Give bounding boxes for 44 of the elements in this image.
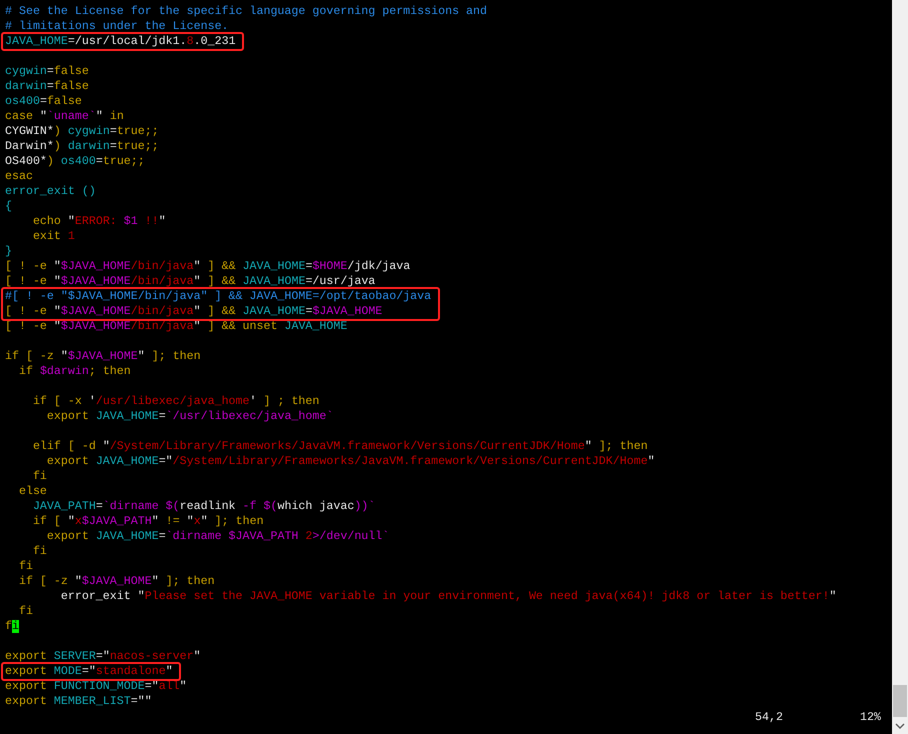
code-line: echo "ERROR: $1 !!" — [32, 214, 166, 229]
code-line: case "`uname`" in — [5, 109, 124, 124]
code-line: os400=false — [5, 94, 82, 109]
code-line: if [ -x '/usr/libexec/java_home' ] ; then — [32, 394, 320, 409]
code-line: } — [5, 244, 12, 259]
code-line: CYGWIN*) cygwin=true;; — [5, 124, 159, 139]
code-line: #[ ! -e "$JAVA_HOME/bin/java" ] && JAVA_HOME=/opt/taobao/java — [5, 289, 432, 304]
code-line: [ ! -e "$JAVA_HOME/bin/java" ] && JAVA_HOME=$JAVA_HOME — [5, 304, 382, 319]
code-line: export MEMBER_LIST="" — [5, 694, 152, 709]
code-line: error_exit () — [5, 184, 96, 199]
code-line: [ ! -e "$JAVA_HOME/bin/java" ] && JAVA_HOME=/usr/java — [5, 274, 376, 289]
scrollbar-track[interactable] — [892, 0, 908, 734]
code-line: export MODE="standalone" — [5, 664, 173, 679]
code-line: fi — [32, 544, 47, 559]
code-line: esac — [5, 169, 33, 184]
code-line: if [ "x$JAVA_PATH" != "x" ]; then — [32, 514, 264, 529]
code-line: # limitations under the License. — [5, 19, 229, 34]
code-line: [ ! -e "$JAVA_HOME/bin/java" ] && JAVA_HOME=$HOME/jdk/java — [5, 259, 410, 274]
code-line: OS400*) os400=true;; — [5, 154, 145, 169]
code-line: fi — [18, 559, 33, 574]
code-line: Darwin*) darwin=true;; — [5, 139, 159, 154]
code-line: JAVA_HOME=/usr/local/jdk1.8.0_231 — [5, 34, 236, 49]
code-line: if [ -z "$JAVA_HOME" ]; then — [5, 349, 201, 364]
code-line: JAVA_PATH=`dirname $(readlink -f $(which javac))` — [32, 499, 376, 514]
code-line: exit 1 — [32, 229, 75, 244]
code-line: export JAVA_HOME=`/usr/libexec/java_home` — [46, 409, 334, 424]
code-line: # See the License for the specific language governing permissions and — [5, 4, 488, 19]
code-line: fi — [5, 619, 19, 634]
code-line: fi — [18, 604, 33, 619]
code-line: elif [ -d "/System/Library/Frameworks/JavaVM.framework/Versions/CurrentJDK/Home" ]; then — [32, 439, 648, 454]
scrollbar-thumb[interactable] — [893, 685, 907, 717]
scroll-percent: 12% — [860, 710, 881, 725]
code-line: export JAVA_HOME=`dirname $JAVA_PATH 2>/dev/null` — [46, 529, 390, 544]
code-line: cygwin=false — [5, 64, 89, 79]
code-line: darwin=false — [5, 79, 89, 94]
code-line: export SERVER="nacos-server" — [5, 649, 201, 664]
code-line: error_exit "Please set the JAVA_HOME variable in your environment, We need java(x64)! jdk8 or later is better!" — [60, 589, 836, 604]
code-line: if [ -z "$JAVA_HOME" ]; then — [18, 574, 215, 589]
code-line: export JAVA_HOME="/System/Library/Frameworks/JavaVM.framework/Versions/CurrentJDK/Home" — [46, 454, 655, 469]
code-line: { — [5, 199, 12, 214]
code-line: else — [18, 484, 47, 499]
cursor-position: 54,2 — [755, 710, 783, 725]
code-line: if $darwin; then — [18, 364, 131, 379]
code-line: fi — [32, 469, 47, 484]
